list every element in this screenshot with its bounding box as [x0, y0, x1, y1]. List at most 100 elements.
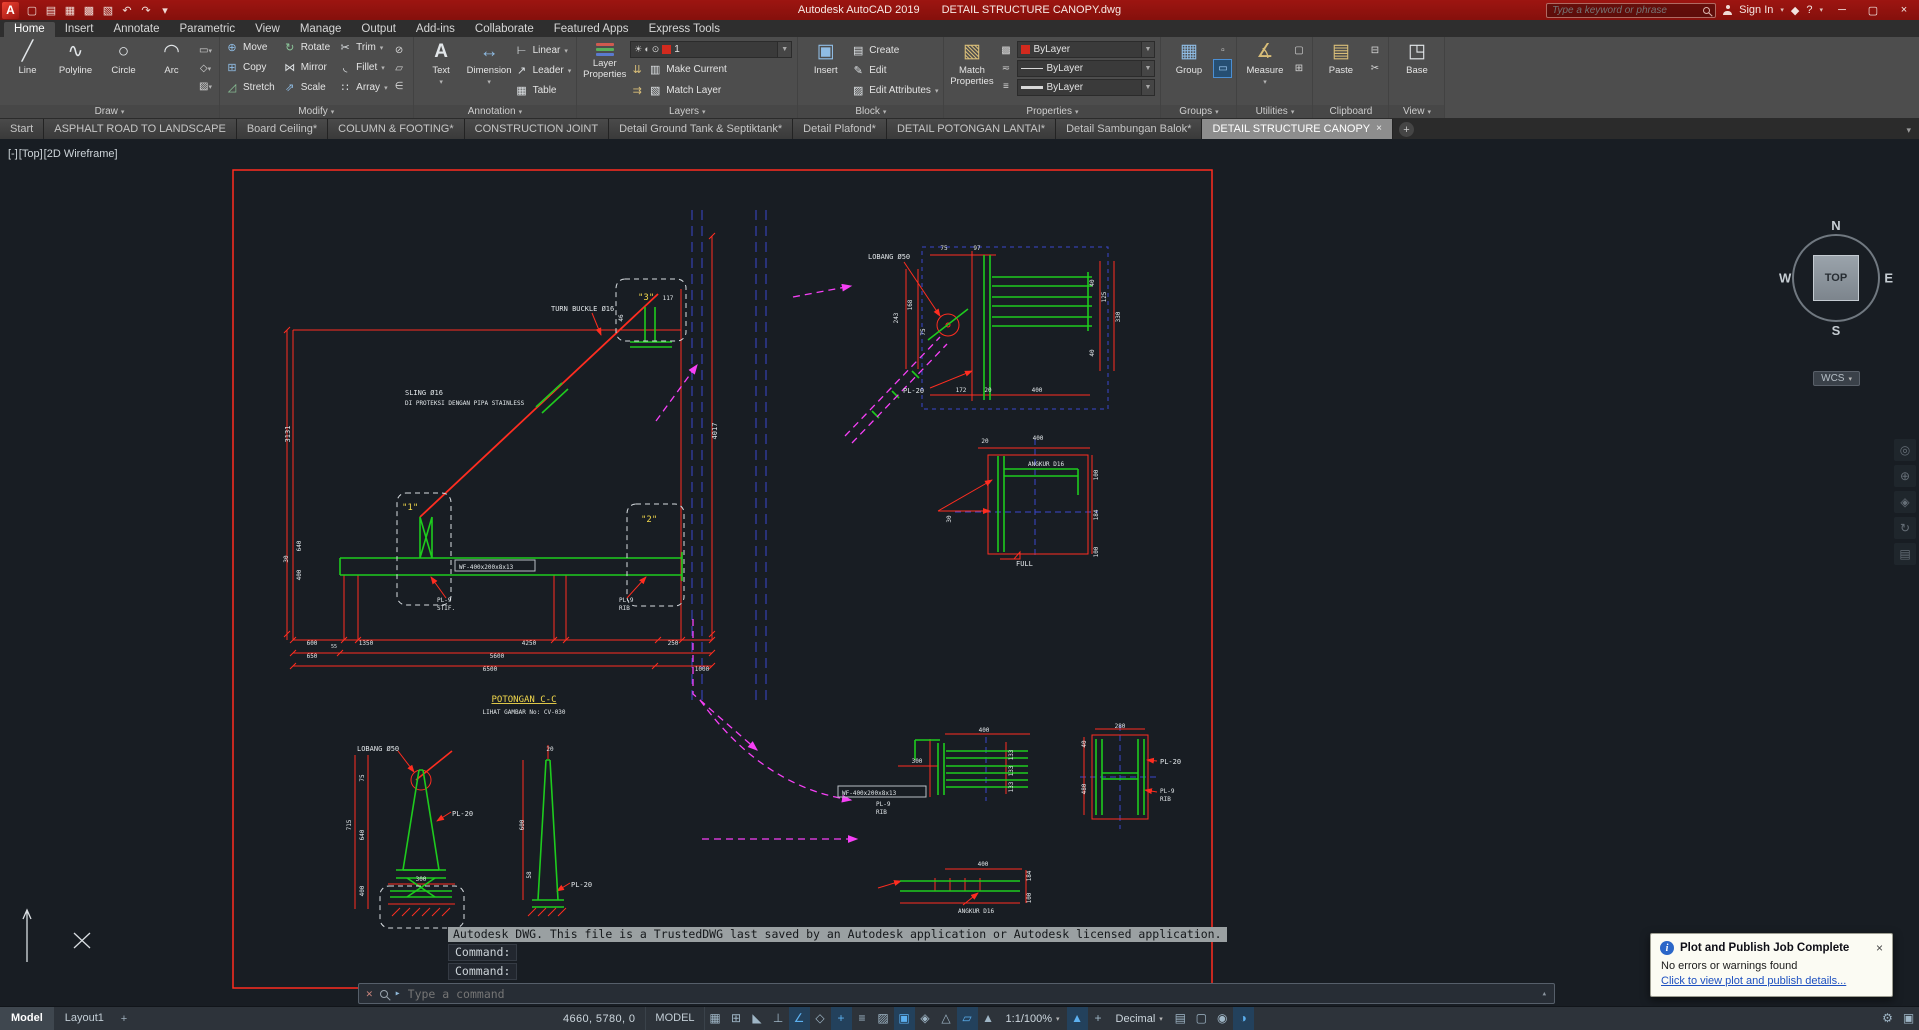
explode-tool-icon[interactable]: ▱ — [391, 60, 408, 77]
viewcube-top-face[interactable]: TOP — [1813, 255, 1859, 301]
compass-south[interactable]: S — [1832, 323, 1841, 338]
layer-properties-button[interactable]: Layer Properties — [582, 38, 627, 80]
object-snap-tracking-icon[interactable]: + — [830, 1007, 852, 1030]
new-drawing-button[interactable]: + — [1398, 122, 1414, 137]
chevron-down-icon[interactable]: ▼ — [777, 42, 792, 57]
ribbon-tab[interactable]: Output — [351, 22, 406, 37]
ortho-mode-icon[interactable]: ⊥ — [768, 1007, 789, 1030]
ribbon-tab[interactable]: Collaborate — [465, 22, 544, 37]
file-tab[interactable]: DETAIL POTONGAN LANTAI*× — [886, 119, 1057, 139]
lineweight-display-icon[interactable]: ≡ — [852, 1007, 873, 1030]
panel-title-draw[interactable]: Draw ▾ — [0, 105, 219, 118]
ribbon-tab[interactable]: Add-ins — [406, 22, 465, 37]
chevron-down-icon[interactable]: ▼ — [1140, 61, 1155, 76]
panel-title-layers[interactable]: Layers ▾ — [577, 105, 798, 118]
visual-style-control[interactable]: [2D Wireframe] — [44, 148, 118, 160]
viewport-menu[interactable]: [-] — [8, 148, 18, 160]
ribbon-tab[interactable]: Annotate — [103, 22, 169, 37]
mirror-button[interactable]: ⋈ Mirror — [283, 58, 330, 77]
help-button[interactable]: ? — [1806, 4, 1812, 16]
move-button[interactable]: ⊕ Move — [225, 38, 275, 57]
sign-in-button[interactable]: Sign In — [1739, 4, 1773, 16]
panel-title-block[interactable]: Block ▾ — [798, 105, 944, 118]
rectangle-tool-icon[interactable]: ▭ ▾ — [197, 42, 214, 59]
file-tab[interactable]: Detail Sambungan Balok*× — [1056, 119, 1203, 139]
arc-button[interactable]: ◠ Arc — [149, 38, 194, 77]
panel-title-properties[interactable]: Properties ▾ — [944, 105, 1161, 118]
model-space[interactable]: TURN BUCKLE Ø16 "3" 117 46 SLING Ø16 DI PROTE… — [0, 139, 1919, 1006]
cut-clip-icon[interactable]: ✂ — [1366, 60, 1383, 77]
ellipse-tool-icon[interactable]: ◇ ▾ — [197, 60, 214, 77]
hatch-tool-icon[interactable]: ▨ ▾ — [197, 78, 214, 95]
annotation-visibility-icon[interactable]: ▲ — [1066, 1007, 1088, 1030]
panel-title-clipboard[interactable]: Clipboard — [1313, 105, 1389, 118]
dynamic-input-icon[interactable]: ▱ — [956, 1007, 978, 1030]
collapse-icon[interactable]: ▴ — [1542, 989, 1547, 999]
model-space-button[interactable]: MODEL — [645, 1007, 705, 1030]
search-box[interactable] — [1546, 2, 1717, 18]
fillet-button[interactable]: ◟ Fillet ▾ — [338, 58, 387, 77]
selection-cycling-icon[interactable]: ▲ — [978, 1007, 999, 1030]
units-button[interactable]: Decimal ▾ — [1109, 1013, 1170, 1025]
panel-title-utilities[interactable]: Utilities ▾ — [1237, 105, 1313, 118]
stretch-button[interactable]: ◿ Stretch — [225, 78, 275, 97]
infer-constraints-icon[interactable]: ◣ — [747, 1007, 768, 1030]
search-icon[interactable] — [1703, 6, 1711, 14]
rotate-button[interactable]: ↻ Rotate — [283, 38, 330, 57]
new-file-icon[interactable]: ▢ — [23, 4, 41, 17]
panel-title-view[interactable]: View ▾ — [1389, 105, 1445, 118]
file-tab[interactable]: Detail Plafond*× — [793, 119, 887, 139]
panel-title-modify[interactable]: Modify ▾ — [220, 105, 413, 118]
scale-button[interactable]: ⇗ Scale — [283, 78, 330, 97]
quick-calc-icon[interactable]: ⊞ — [1290, 60, 1307, 77]
close-icon[interactable]: ✕ — [366, 987, 373, 1000]
show-motion-icon[interactable]: ▤ — [1894, 543, 1916, 565]
compass-east[interactable]: E — [1884, 271, 1893, 286]
circle-button[interactable]: ○ Circle — [101, 38, 146, 77]
view-control[interactable]: [Top] — [19, 148, 43, 160]
file-tab[interactable]: Detail Ground Tank & Septiktank*× — [609, 119, 794, 139]
file-tab[interactable]: DETAIL STRUCTURE CANOPY × — [1202, 119, 1393, 139]
save-file-icon[interactable]: ▦ — [61, 4, 79, 17]
match-properties-button[interactable]: ▧ Match Properties — [949, 38, 994, 87]
quick-properties-icon[interactable]: ▤ — [1170, 1007, 1191, 1030]
pan-icon[interactable]: ⊕ — [1894, 465, 1916, 487]
ungroup-icon[interactable]: ▫ — [1214, 42, 1231, 59]
undo-icon[interactable]: ↶ — [118, 4, 136, 17]
orbit-icon[interactable]: ↻ — [1894, 517, 1916, 539]
compass-west[interactable]: W — [1779, 271, 1791, 286]
edit-block-button[interactable]: ✎ Edit — [851, 61, 938, 80]
isometric-drafting-icon[interactable]: ◇ — [810, 1007, 831, 1030]
create-block-button[interactable]: ▤ Create — [851, 41, 938, 60]
close-icon[interactable]: × — [1876, 941, 1883, 955]
array-button[interactable]: ∷ Array ▾ — [338, 78, 388, 97]
command-input-bar[interactable]: ✕ ▸ ▴ — [358, 983, 1555, 1004]
sign-in-caret-icon[interactable]: ▾ — [1780, 6, 1784, 14]
zoom-extents-icon[interactable]: ◈ — [1894, 491, 1916, 513]
join-tool-icon[interactable]: ∈ — [391, 78, 408, 95]
redo-icon[interactable]: ↷ — [137, 4, 155, 17]
panel-title-annotation[interactable]: Annotation ▾ — [413, 105, 577, 118]
paste-button[interactable]: ▤ Paste — [1318, 38, 1363, 77]
lineweight-select[interactable]: ByLayer ▼ — [1017, 79, 1156, 96]
model-tab[interactable]: Model — [0, 1007, 54, 1030]
layout1-tab[interactable]: Layout1 — [54, 1007, 115, 1030]
trim-button[interactable]: ✂ Trim ▾ — [338, 38, 387, 57]
wcs-selector[interactable]: WCS ▾ — [1813, 371, 1860, 386]
color-select[interactable]: ByLayer ▼ — [1017, 41, 1156, 58]
app-store-icon[interactable]: ◆ — [1791, 4, 1799, 17]
group-button[interactable]: ▦ Group — [1166, 38, 1211, 77]
erase-tool-icon[interactable]: ⊘ — [391, 42, 408, 59]
ribbon-tab[interactable]: Express Tools — [639, 22, 730, 37]
transparency-icon[interactable]: ▨ — [873, 1007, 894, 1030]
leader-button[interactable]: ↗ Leader ▾ — [515, 61, 571, 80]
autoscale-icon[interactable]: + — [1088, 1007, 1109, 1030]
chevron-down-icon[interactable]: ▼ — [1140, 42, 1155, 57]
search-icon[interactable] — [379, 989, 388, 998]
tab-overflow-icon[interactable]: ▾ — [1898, 125, 1919, 139]
insert-button[interactable]: ▣ Insert — [803, 38, 848, 77]
object-isolate-icon[interactable]: ◉ — [1212, 1007, 1233, 1030]
dimension-button[interactable]: ↔ Dimension ▾ — [467, 38, 512, 88]
viewcube[interactable]: N S W E TOP — [1779, 218, 1893, 338]
ribbon-tab[interactable]: Insert — [55, 22, 104, 37]
